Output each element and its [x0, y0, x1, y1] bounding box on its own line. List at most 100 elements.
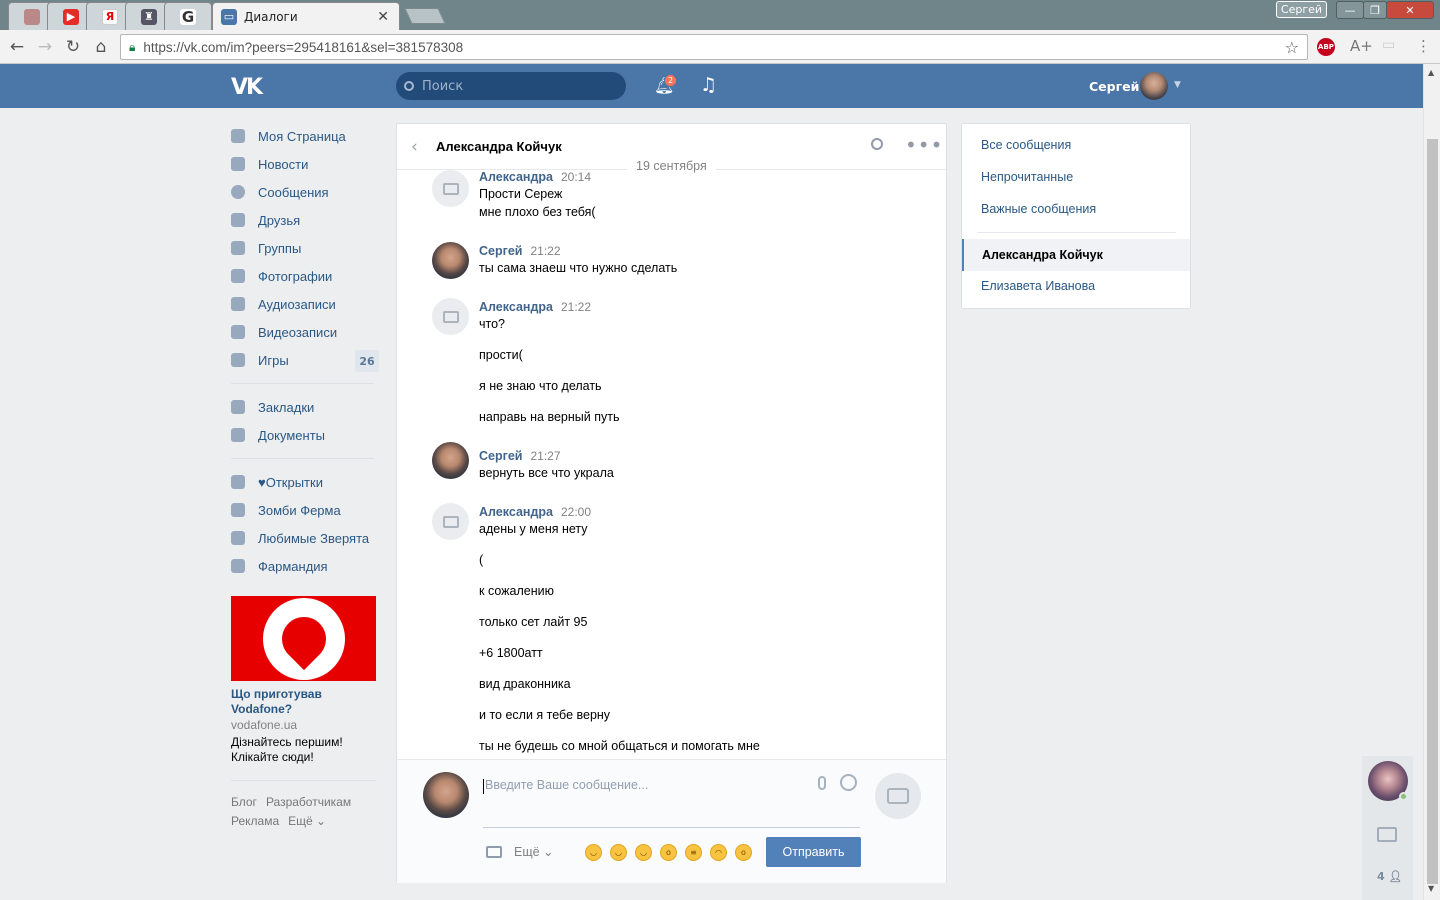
author-name[interactable]: Сергей [479, 449, 522, 463]
footer-link-developers[interactable]: Разработчикам [266, 795, 351, 809]
emoji-tired-icon[interactable]: ◠ [710, 844, 727, 861]
sidebar-item-messages[interactable]: Сообщения [231, 178, 381, 206]
back-icon[interactable]: ← [6, 36, 28, 58]
message-time[interactable]: 20:14 [561, 170, 591, 184]
reload-icon[interactable]: ↻ [62, 36, 84, 58]
address-bar[interactable]: 🔒︎ https://vk.com/im?peers=295418161&sel… [120, 34, 1308, 60]
header-avatar[interactable] [1140, 72, 1168, 100]
sidebar-item-videos[interactable]: Видеозаписи [231, 318, 381, 346]
scroll-up-icon[interactable]: ▲ [1428, 68, 1434, 77]
chevron-down-icon[interactable]: ▼ [1174, 80, 1181, 90]
sidebar-app-zombie-farm[interactable]: Зомби Ферма [231, 496, 381, 524]
filter-important[interactable]: Важные сообщения [981, 202, 1096, 216]
author-name[interactable]: Александра [479, 300, 553, 314]
header-user-name[interactable]: Сергей [1089, 79, 1139, 94]
maximize-button[interactable]: ❐ [1363, 1, 1387, 19]
sidebar-item-groups[interactable]: Группы [231, 234, 381, 262]
sidebar-item-my-page[interactable]: Моя Страница [231, 122, 381, 150]
music-note-icon[interactable]: ♫ [700, 74, 717, 96]
emoji-flushed-icon[interactable]: o [735, 844, 752, 861]
font-size-extension-icon[interactable]: A+ [1350, 37, 1373, 55]
adblock-icon[interactable]: ABP [1317, 38, 1335, 56]
emoji-smile-icon[interactable]: ◡ [585, 844, 602, 861]
conversation-selected[interactable]: Александра Койчук [962, 239, 1190, 271]
avatar[interactable] [432, 503, 469, 540]
message-time[interactable]: 21:22 [561, 300, 591, 314]
message-author[interactable]: Александра 20:14 [479, 170, 591, 184]
avatar[interactable] [432, 242, 469, 279]
close-tab-icon[interactable]: ✕ [377, 9, 389, 25]
footer-link-blog[interactable]: Блог [231, 795, 257, 809]
back-arrow-icon[interactable]: ‹ [411, 137, 418, 157]
search-icon[interactable] [871, 138, 883, 150]
avatar[interactable] [432, 298, 469, 335]
menu-icon[interactable]: ⋮ [1416, 37, 1431, 55]
sidebar-app-cards[interactable]: ♥Открытки [231, 468, 381, 496]
my-avatar[interactable] [423, 772, 469, 818]
sidebar-app-pets[interactable]: Любимые Зверята [231, 524, 381, 552]
scroll-down-icon[interactable]: ▼ [1428, 884, 1434, 893]
conversation-other[interactable]: Елизавета Иванова [981, 279, 1095, 293]
attach-more-button[interactable]: Ещё ⌄ [514, 844, 554, 859]
send-button[interactable]: Отправить [766, 837, 861, 867]
minimize-button[interactable]: — [1336, 1, 1364, 19]
sidebar-app-farmandia[interactable]: Фармандия [231, 552, 381, 580]
g-icon: G [180, 7, 196, 26]
footer-link-ads[interactable]: Реклама [231, 814, 279, 828]
sidebar-item-friends[interactable]: Друзья [231, 206, 381, 234]
filter-unread[interactable]: Непрочитанные [981, 170, 1073, 184]
browser-tab-dialogs[interactable]: ▭ Диалоги ✕ [212, 2, 400, 30]
ad-title[interactable]: Що приготував Vodafone? [231, 687, 376, 717]
microphone-icon[interactable] [818, 776, 826, 790]
message-time[interactable]: 22:00 [561, 505, 591, 519]
message-time[interactable]: 21:22 [530, 244, 560, 258]
attach-photo-icon[interactable] [486, 846, 502, 858]
vodafone-ad[interactable]: Що приготував Vodafone? vodafone.ua Дізн… [231, 596, 376, 765]
search-input[interactable]: Поиск [396, 72, 626, 100]
browser-tab-g[interactable]: G [164, 2, 212, 30]
friends-online-count[interactable]: 4 👤︎ [1377, 870, 1402, 883]
filter-all-messages[interactable]: Все сообщения [981, 138, 1071, 152]
message-history[interactable]: Александра 20:14 Прости Сереж мне плохо б… [397, 170, 946, 758]
sidebar-item-games[interactable]: Игры 26 [231, 346, 381, 374]
author-name[interactable]: Сергей [479, 244, 522, 258]
emoji-icon[interactable] [840, 774, 857, 791]
new-tab-button[interactable] [404, 8, 446, 24]
message-author[interactable]: Сергей 21:22 [479, 244, 561, 258]
forward-icon[interactable]: → [34, 36, 56, 58]
emoji-sweat-smile-icon[interactable]: ◡ [610, 844, 627, 861]
vodafone-logo[interactable] [231, 596, 376, 681]
emoji-grimace-icon[interactable]: ≡ [685, 844, 702, 861]
bookmark-star-icon[interactable]: ☆ [1285, 38, 1299, 57]
message-author[interactable]: Сергей 21:27 [479, 449, 561, 463]
dialog-title[interactable]: Александра Койчук [436, 139, 562, 154]
sidebar-item-audio[interactable]: Аудиозаписи [231, 290, 381, 318]
window-close-button[interactable]: ✕ [1386, 1, 1434, 19]
sidebar-item-news[interactable]: Новости [231, 150, 381, 178]
message-author[interactable]: Александра 22:00 [479, 505, 591, 519]
message-author[interactable]: Александра 21:22 [479, 300, 591, 314]
scrollbar-thumb[interactable] [1427, 139, 1438, 884]
sidebar-item-photos[interactable]: Фотографии [231, 262, 381, 290]
avatar[interactable] [432, 170, 469, 207]
sidebar-item-label: ♥Открытки [258, 474, 323, 490]
author-name[interactable]: Александра [479, 505, 553, 519]
page-scrollbar[interactable]: ▲ ▼ [1423, 64, 1440, 900]
message-text: ты сама знаеш что нужно сделать [479, 261, 678, 275]
emoji-grin-icon[interactable]: ◡ [635, 844, 652, 861]
message-time[interactable]: 21:27 [530, 449, 560, 463]
message-input[interactable]: Введите Ваше сообщение... [483, 776, 860, 828]
vk-logo[interactable]: VK [231, 75, 263, 100]
more-options-icon[interactable]: ••• [905, 133, 943, 157]
video-message-button[interactable] [875, 773, 921, 819]
extension-icon[interactable]: ▭ [1382, 37, 1395, 53]
sidebar-item-bookmarks[interactable]: Закладки [231, 393, 381, 421]
profile-chip[interactable]: Сергей [1276, 1, 1327, 18]
camera-icon[interactable] [1377, 827, 1397, 842]
avatar[interactable] [432, 442, 469, 479]
emoji-scream-icon[interactable]: o [660, 844, 677, 861]
sidebar-item-documents[interactable]: Документы [231, 421, 381, 449]
home-icon[interactable]: ⌂ [90, 36, 112, 58]
footer-link-more[interactable]: Ещё ⌄ [288, 814, 326, 828]
author-name[interactable]: Александра [479, 170, 553, 184]
